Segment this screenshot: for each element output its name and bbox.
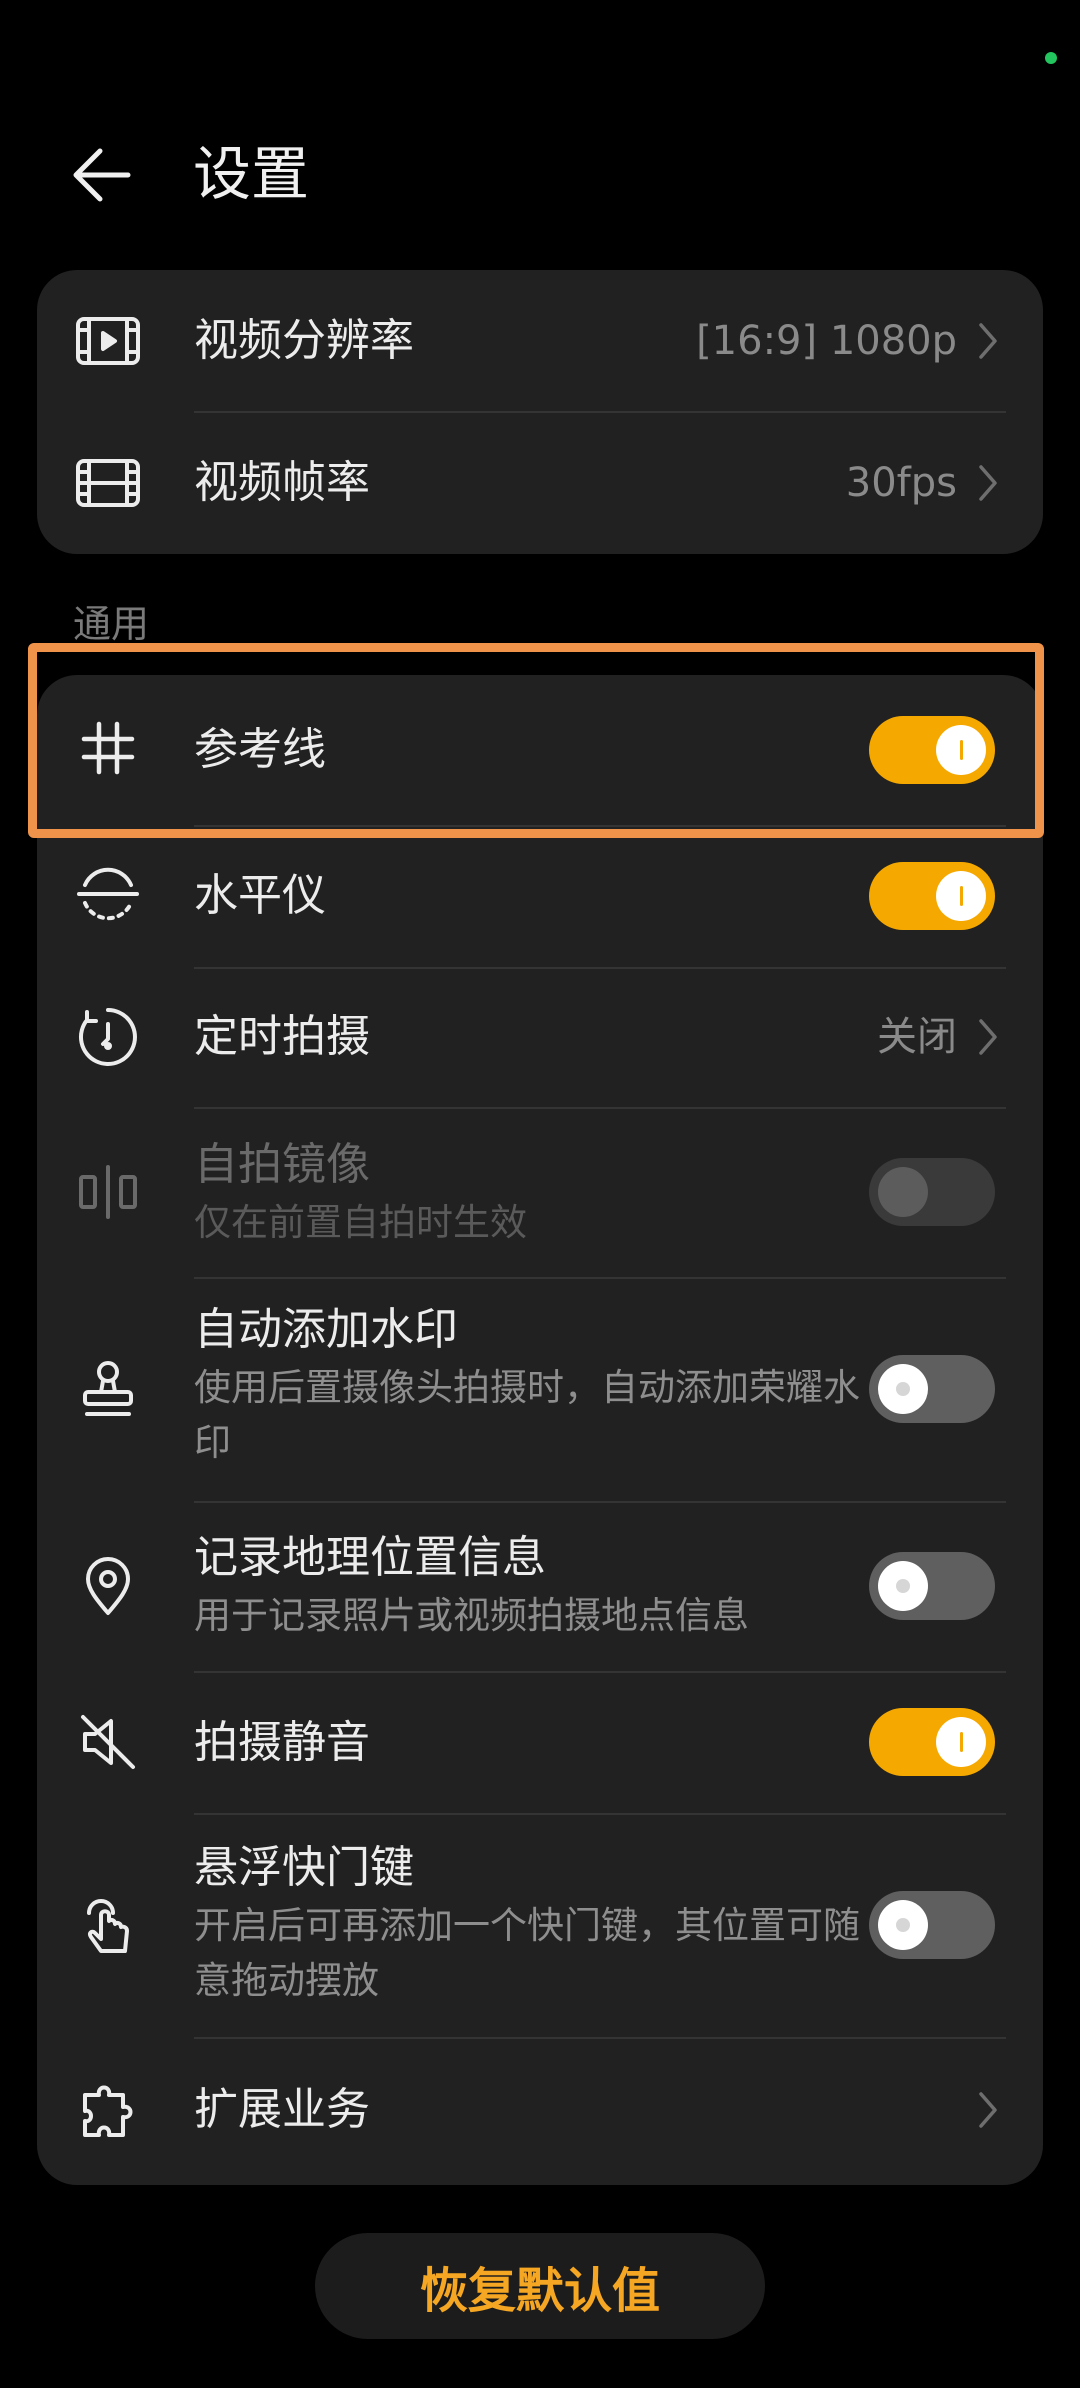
selfie-mirror-description: 仅在前置自拍时生效 [194, 1201, 527, 1244]
shutter-mute-toggle[interactable] [869, 1708, 995, 1776]
stamp-icon [73, 1354, 143, 1424]
video-resolution-label: 视频分辨率 [194, 315, 414, 366]
video-framerate-row[interactable]: 视频帧率 30fps [37, 412, 1043, 554]
video-resolution-value: [16:9] 1080p [696, 318, 957, 364]
level-icon [73, 859, 143, 929]
floating-shutter-label: 悬浮快门键 [194, 1842, 414, 1893]
page-title: 设置 [193, 140, 310, 208]
timer-row[interactable]: 定时拍摄 关闭 [37, 967, 1043, 1107]
auto-watermark-description: 使用后置摄像头拍摄时，自动添加荣耀水印 [194, 1366, 860, 1464]
chevron-right-icon [973, 1013, 1003, 1061]
floating-shutter-description: 开启后可再添加一个快门键，其位置可随意拖动摆放 [194, 1904, 860, 2002]
shutter-mute-row[interactable]: 拍摄静音 [37, 1671, 1043, 1813]
timer-label: 定时拍摄 [194, 1011, 370, 1062]
level-label: 水平仪 [194, 870, 326, 921]
chevron-right-icon [973, 459, 1003, 507]
mute-icon [73, 1707, 143, 1777]
selfie-mirror-toggle[interactable] [869, 1158, 995, 1226]
video-framerate-value: 30fps [845, 460, 957, 506]
extensions-row[interactable]: 扩展业务 [37, 2037, 1043, 2185]
location-description: 用于记录照片或视频拍摄地点信息 [194, 1594, 749, 1637]
timer-icon [73, 1002, 143, 1072]
level-toggle[interactable] [869, 862, 995, 930]
level-row[interactable]: 水平仪 [37, 825, 1043, 967]
selfie-mirror-label: 自拍镜像 [194, 1139, 370, 1190]
auto-watermark-toggle[interactable] [869, 1355, 995, 1423]
auto-watermark-row[interactable]: 自动添加水印 使用后置摄像头拍摄时，自动添加荣耀水印 [37, 1277, 1043, 1501]
video-resolution-icon [73, 306, 143, 376]
location-toggle[interactable] [869, 1552, 995, 1620]
video-framerate-label: 视频帧率 [194, 457, 370, 508]
header: 设置 [0, 120, 1080, 230]
touch-hand-icon [73, 1891, 143, 1961]
reset-defaults-button[interactable]: 恢复默认值 [315, 2233, 765, 2339]
timer-value: 关闭 [877, 1014, 957, 1060]
floating-shutter-toggle[interactable] [869, 1891, 995, 1959]
back-arrow-icon [73, 148, 131, 202]
film-frame-icon [73, 448, 143, 518]
highlight-frame [28, 643, 1044, 838]
general-settings-card: 参考线 水平仪 定时拍摄 关闭 自拍镜像 仅在前置自拍时生效 自动添加水印 使用… [37, 675, 1043, 2185]
video-resolution-row[interactable]: 视频分辨率 [16:9] 1080p [37, 270, 1043, 412]
auto-watermark-label: 自动添加水印 [194, 1304, 458, 1355]
video-settings-card: 视频分辨率 [16:9] 1080p 视频帧率 30fps [37, 270, 1043, 554]
mirror-icon [73, 1157, 143, 1227]
extensions-label: 扩展业务 [194, 2084, 370, 2135]
puzzle-icon [73, 2075, 143, 2145]
shutter-mute-label: 拍摄静音 [194, 1717, 370, 1768]
location-pin-icon [73, 1551, 143, 1621]
selfie-mirror-row: 自拍镜像 仅在前置自拍时生效 [37, 1107, 1043, 1277]
location-row[interactable]: 记录地理位置信息 用于记录照片或视频拍摄地点信息 [37, 1501, 1043, 1671]
location-label: 记录地理位置信息 [194, 1532, 546, 1583]
chevron-right-icon [973, 2086, 1003, 2134]
floating-shutter-row[interactable]: 悬浮快门键 开启后可再添加一个快门键，其位置可随意拖动摆放 [37, 1813, 1043, 2037]
camera-indicator-dot [1045, 52, 1057, 64]
back-button[interactable] [62, 135, 142, 215]
chevron-right-icon [973, 317, 1003, 365]
